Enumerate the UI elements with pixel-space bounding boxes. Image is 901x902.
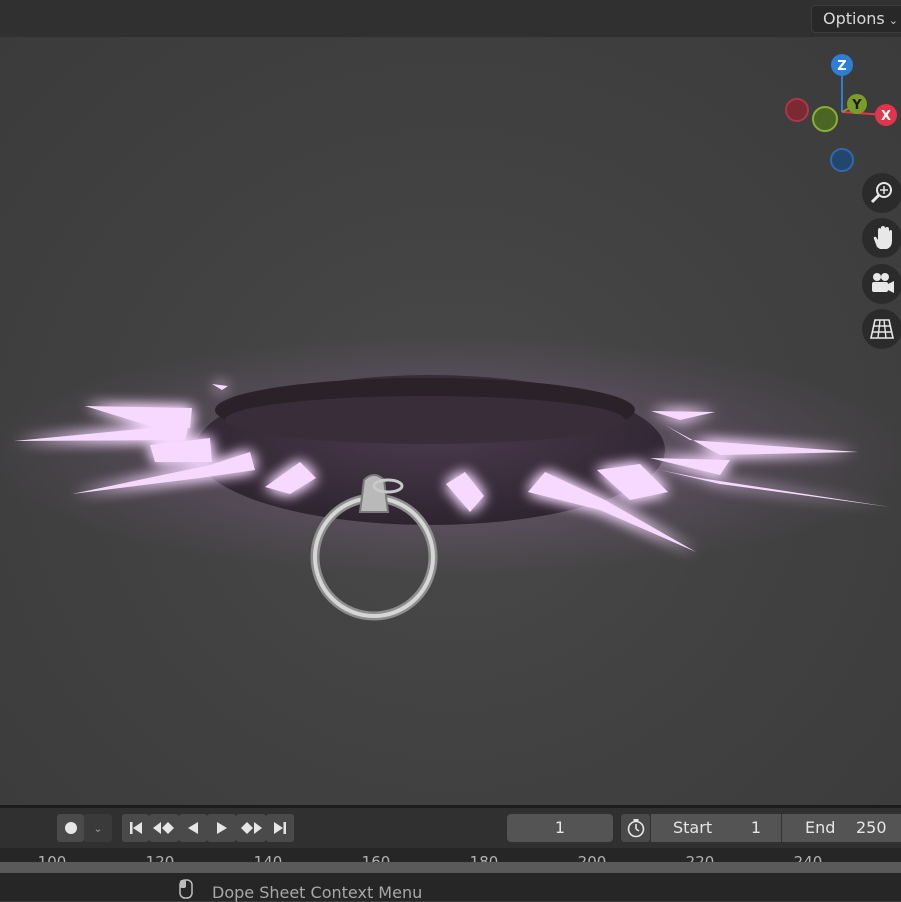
zoom-icon bbox=[870, 182, 892, 204]
gizmo-x-label: X bbox=[881, 109, 891, 124]
3d-viewport[interactable]: Y Z X bbox=[0, 37, 901, 805]
start-frame-field[interactable]: Start 1 bbox=[651, 814, 781, 842]
jump-next-keyframe-button[interactable] bbox=[236, 814, 266, 842]
next-keyframe-icon bbox=[241, 822, 262, 834]
prev-keyframe-icon bbox=[153, 822, 174, 834]
jump-to-end-button[interactable] bbox=[266, 814, 294, 842]
timeline-header: ⌄ 1 Start 1 End 250 bbox=[0, 808, 901, 848]
jump-end-icon bbox=[274, 822, 286, 834]
timeline-ruler[interactable]: 100 120 140 160 180 200 220 240 bbox=[0, 848, 901, 875]
gizmo-z-label: Z bbox=[837, 59, 846, 74]
stopwatch-icon bbox=[627, 819, 644, 838]
gizmo-y-label: Y bbox=[851, 98, 862, 113]
end-label: End bbox=[805, 818, 836, 837]
chevron-down-icon: ⌄ bbox=[93, 821, 103, 835]
perspective-toggle-button[interactable] bbox=[862, 309, 901, 349]
mouse-icon bbox=[179, 879, 193, 899]
timeline-scrollbar[interactable] bbox=[0, 862, 901, 873]
zoom-button[interactable] bbox=[862, 173, 901, 213]
status-hint-label: Dope Sheet Context Menu bbox=[212, 883, 423, 902]
pan-button[interactable] bbox=[862, 218, 901, 258]
viewport-header: Options ⌄ bbox=[0, 0, 901, 37]
auto-keying-button[interactable] bbox=[57, 814, 84, 842]
camera-icon bbox=[872, 273, 894, 293]
play-reverse-icon bbox=[188, 822, 198, 834]
navigation-gizmo[interactable]: Y Z X bbox=[0, 37, 901, 805]
play-icon bbox=[216, 822, 227, 834]
camera-view-button[interactable] bbox=[862, 264, 901, 304]
play-reverse-button[interactable] bbox=[179, 814, 207, 842]
start-value: 1 bbox=[750, 818, 761, 837]
end-frame-field[interactable]: End 250 bbox=[782, 814, 901, 842]
use-preview-range-button[interactable] bbox=[621, 814, 650, 842]
jump-start-icon bbox=[129, 822, 142, 834]
options-label: Options bbox=[823, 9, 885, 28]
jump-to-start-button[interactable] bbox=[122, 814, 149, 842]
end-value: 250 bbox=[856, 818, 887, 837]
start-label: Start bbox=[673, 818, 713, 837]
record-icon bbox=[64, 822, 77, 834]
options-dropdown[interactable]: Options ⌄ bbox=[811, 5, 901, 33]
grid-icon bbox=[870, 319, 894, 339]
current-frame-field[interactable]: 1 bbox=[507, 814, 613, 842]
hand-pan-icon bbox=[873, 226, 892, 249]
status-bar: Dope Sheet Context Menu bbox=[0, 875, 901, 902]
chevron-down-icon: ⌄ bbox=[888, 14, 898, 27]
play-button[interactable] bbox=[207, 814, 236, 842]
jump-prev-keyframe-button[interactable] bbox=[149, 814, 179, 842]
keying-options-button[interactable]: ⌄ bbox=[84, 814, 112, 842]
